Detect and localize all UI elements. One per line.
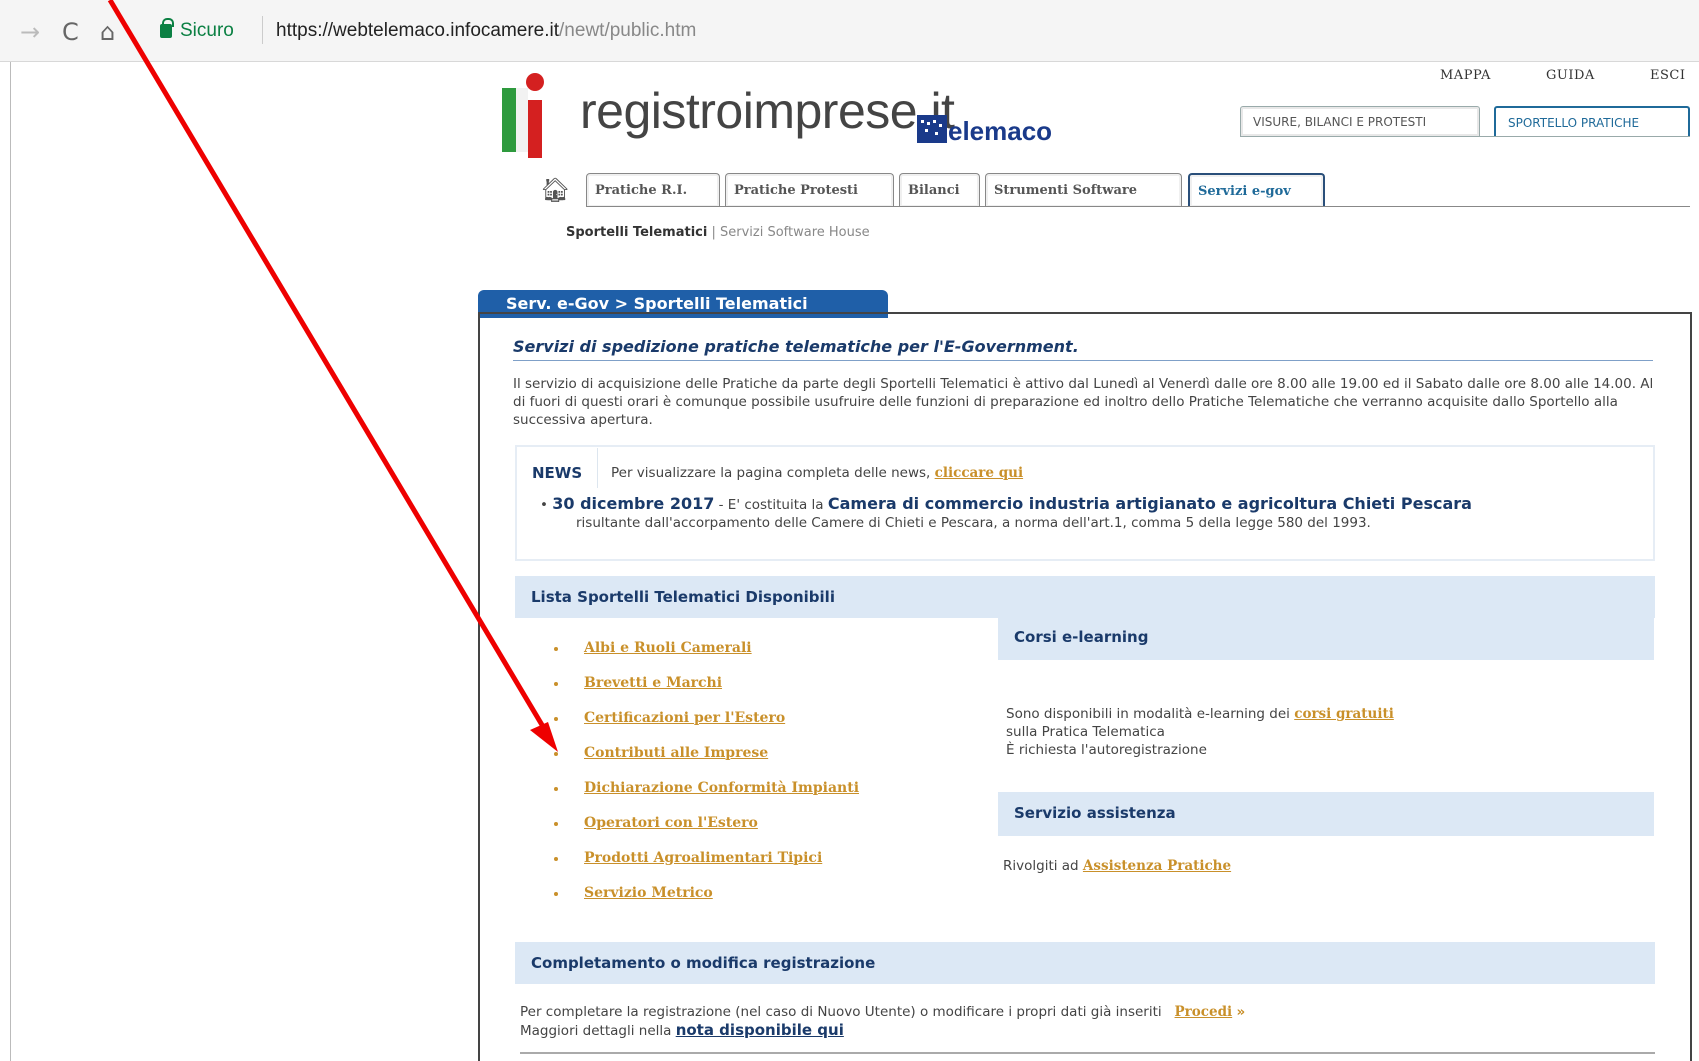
list-item: Operatori con l'Estero <box>550 815 859 850</box>
url-path: /newt/public.htm <box>559 20 697 41</box>
news-intro: Per visualizzare la pagina completa dell… <box>611 465 1023 481</box>
list-item: Dichiarazione Conformità Impianti <box>550 780 859 815</box>
sportello-albi-ruoli-link[interactable]: Albi e Ruoli Camerali <box>584 640 752 656</box>
list-item: Brevetti e Marchi <box>550 675 859 710</box>
tab-servizi-egov[interactable]: Servizi e-gov <box>1188 173 1325 207</box>
list-item: Contributi alle Imprese <box>550 745 859 780</box>
telemaco-logo-icon <box>917 115 947 143</box>
bottom-divider <box>520 1052 1655 1054</box>
page-frame-border <box>10 62 11 1061</box>
subnav: Sportelli Telematici | Servizi Software … <box>566 225 870 240</box>
corsi-line-1-text: Sono disponibili in modalità e-learning … <box>1006 706 1295 722</box>
lock-icon <box>160 18 174 38</box>
subnav-sportelli-telematici[interactable]: Sportelli Telematici <box>566 225 707 240</box>
sportello-brevetti-marchi-link[interactable]: Brevetti e Marchi <box>584 675 722 691</box>
tab-bilanci[interactable]: Bilanci <box>899 173 980 207</box>
right-tabs-baseline <box>1240 136 1690 137</box>
news-intro-text: Per visualizzare la pagina completa dell… <box>611 465 931 481</box>
news-item-title: Camera di commercio industria artigianat… <box>827 494 1472 513</box>
secure-indicator[interactable]: Sicuro <box>160 18 234 42</box>
subnav-separator: | <box>711 225 716 240</box>
sportello-servizio-metrico-link[interactable]: Servizio Metrico <box>584 885 713 901</box>
sportelli-list: Albi e Ruoli Camerali Brevetti e Marchi … <box>550 640 859 920</box>
sportello-operatori-estero-link[interactable]: Operatori con l'Estero <box>584 815 758 831</box>
list-item: Albi e Ruoli Camerali <box>550 640 859 675</box>
corsi-text: Sono disponibili in modalità e-learning … <box>1006 705 1394 759</box>
news-item-dash: - E' costituita la <box>714 497 828 513</box>
sportello-contributi-imprese-link[interactable]: Contributi alle Imprese <box>584 745 768 761</box>
mappa-link[interactable]: MAPPA <box>1440 68 1491 83</box>
secure-label: Sicuro <box>180 20 234 41</box>
page-title: Servizi di spedizione pratiche telematic… <box>513 337 1079 356</box>
procedi-link[interactable]: Procedi <box>1175 1004 1233 1020</box>
tab-pratiche-protesti[interactable]: Pratiche Protesti <box>725 173 894 207</box>
servizio-assistenza-header: Servizio assistenza <box>998 792 1654 836</box>
subnav-servizi-software-house[interactable]: Servizi Software House <box>720 225 870 240</box>
corsi-elearning-header: Corsi e-learning <box>998 618 1654 660</box>
home-icon[interactable]: 🏠︎ <box>540 176 570 204</box>
site-logo-text[interactable]: registroimprese.it <box>580 82 955 140</box>
url-host: https://webtelemaco.infocamere.it <box>276 20 560 41</box>
esci-link[interactable]: ESCI <box>1650 68 1685 83</box>
list-item: Servizio Metrico <box>550 885 859 920</box>
lista-sportelli-header: Lista Sportelli Telematici Disponibili <box>515 576 1655 618</box>
completamento-line-2-text: Maggiori dettagli nella <box>520 1023 676 1039</box>
assistenza-pratiche-link[interactable]: Assistenza Pratiche <box>1083 858 1231 874</box>
bullet-icon: • <box>540 497 548 513</box>
completamento-line-1-text: Per completare la registrazione (nel cas… <box>520 1004 1162 1020</box>
news-item-date: 30 dicembre 2017 <box>552 494 715 513</box>
title-underline <box>513 360 1653 361</box>
news-item: • 30 dicembre 2017 - E' costituita la Ca… <box>540 495 1650 532</box>
list-item: Certificazioni per l'Estero <box>550 710 859 745</box>
address-bar[interactable]: https://webtelemaco.infocamere.it/newt/p… <box>276 20 696 42</box>
back-arrow-icon[interactable]: → <box>20 18 40 46</box>
sportello-prodotti-agroalimentari-link[interactable]: Prodotti Agroalimentari Tipici <box>584 850 822 866</box>
completamento-line-1: Per completare la registrazione (nel cas… <box>520 1003 1245 1021</box>
list-item: Prodotti Agroalimentari Tipici <box>550 850 859 885</box>
home-icon[interactable]: ⌂ <box>100 18 115 46</box>
tab-sportello-pratiche[interactable]: SPORTELLO PRATICHE <box>1494 106 1690 136</box>
news-divider <box>597 448 598 488</box>
reload-icon[interactable]: C <box>62 18 79 46</box>
nota-disponibile-link[interactable]: nota disponibile qui <box>676 1021 844 1039</box>
corsi-line-2: sulla Pratica Telematica <box>1006 724 1165 740</box>
news-cliccare-qui-link[interactable]: cliccare qui <box>935 465 1023 481</box>
completamento-header: Completamento o modifica registrazione <box>515 942 1655 984</box>
url-divider <box>262 16 263 44</box>
corsi-line-3: È richiesta l'autoregistrazione <box>1006 742 1207 758</box>
sportello-certificazioni-estero-link[interactable]: Certificazioni per l'Estero <box>584 710 785 726</box>
tab-strumenti-software[interactable]: Strumenti Software <box>985 173 1182 207</box>
tabs-baseline <box>586 206 1690 207</box>
guida-link[interactable]: GUIDA <box>1546 68 1595 83</box>
news-item-rest: risultante dall'accorpamento delle Camer… <box>576 515 1371 531</box>
corsi-gratuiti-link[interactable]: corsi gratuiti <box>1294 706 1394 722</box>
intro-paragraph: Il servizio di acquisizione delle Pratic… <box>513 376 1654 428</box>
news-label: NEWS <box>532 464 583 482</box>
browser-toolbar: → C ⌂ Sicuro https://webtelemaco.infocam… <box>0 0 1699 62</box>
assistenza-text: Rivolgiti ad Assistenza Pratiche <box>1003 858 1231 874</box>
sportello-dichiarazione-conformita-link[interactable]: Dichiarazione Conformità Impianti <box>584 780 859 796</box>
tab-pratiche-ri[interactable]: Pratiche R.I. <box>586 173 720 207</box>
completamento-line-2: Maggiori dettagli nella nota disponibile… <box>520 1021 1245 1040</box>
completamento-text: Per completare la registrazione (nel cas… <box>520 1003 1245 1040</box>
assistenza-pre: Rivolgiti ad <box>1003 858 1083 874</box>
registroimprese-logo-icon[interactable] <box>492 70 572 160</box>
tab-visure-bilanci-protesti[interactable]: VISURE, BILANCI E PROTESTI <box>1240 106 1480 136</box>
telemaco-logo-text: elemaco <box>948 116 1053 146</box>
corsi-line-1: Sono disponibili in modalità e-learning … <box>1006 705 1394 723</box>
raquo-icon: » <box>1236 1004 1246 1020</box>
